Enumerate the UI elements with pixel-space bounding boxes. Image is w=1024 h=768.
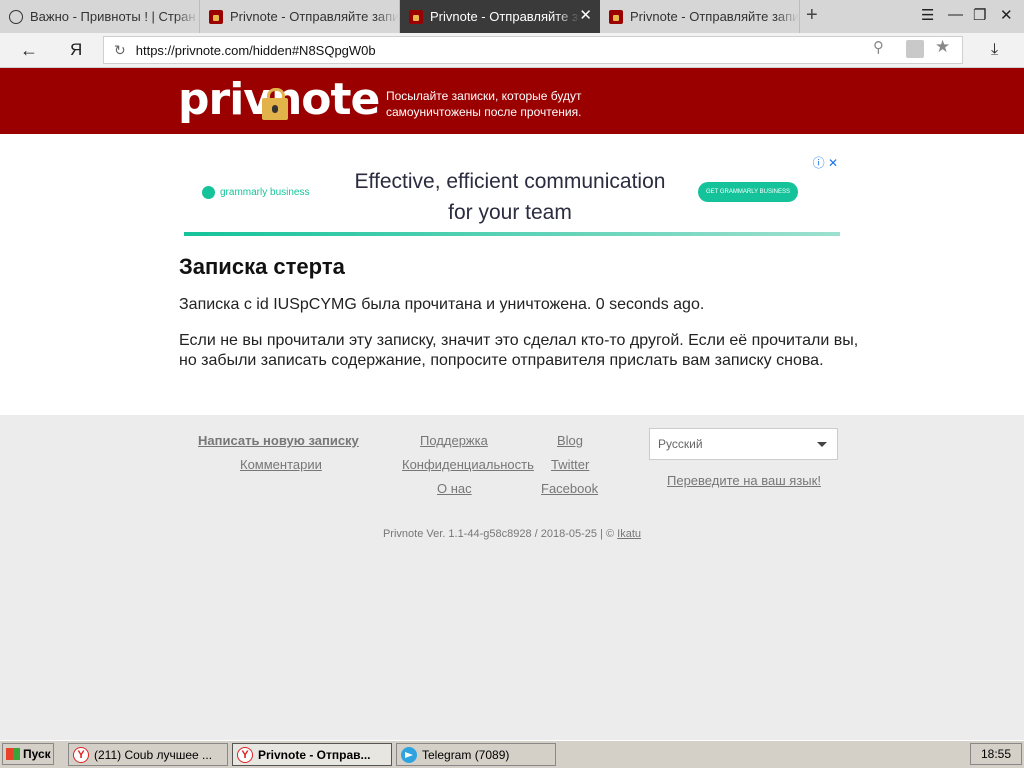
bookmark-star-icon[interactable]: ★ [935,37,950,57]
peace-icon [8,9,24,25]
menu-icon[interactable]: ☰ [921,6,934,24]
system-clock[interactable]: 18:55 [970,743,1022,765]
grammarly-logo: grammarly business [202,186,309,199]
site-tagline: Посылайте записки, которые будут самоуни… [386,89,582,119]
task-label: (211) Coub лучшее ... [94,747,213,762]
privnote-favicon-icon [208,9,224,25]
blog-link[interactable]: Blog [557,433,583,448]
clock-time: 18:55 [980,747,1012,761]
privnote-favicon-icon [408,9,424,25]
browser-tab-3-active[interactable]: Privnote - Отправляйте за ✕ [400,0,600,33]
ad-choices-icon[interactable]: ⓘ ✕ [813,154,838,171]
tab-title: Privnote - Отправляйте записи [630,9,799,24]
taskbar-item-privnote[interactable]: Y Privnote - Отправ... [232,743,392,766]
author-link[interactable]: Ikatu [617,528,641,540]
close-window-icon[interactable]: ✕ [1000,6,1013,24]
yandex-browser-icon: Y [237,746,253,763]
ad-stripe [184,232,840,236]
translate-link[interactable]: Переведите на ваш язык! [667,473,821,488]
windows-logo-icon [6,748,20,760]
support-link[interactable]: Поддержка [420,433,488,448]
browser-tab-2[interactable]: Privnote - Отправляйте записи [200,0,400,33]
main-content: grammarly business Effective, efficient … [0,134,1024,415]
facebook-link[interactable]: Facebook [541,481,598,496]
start-button[interactable]: Пуск [2,743,54,765]
note-warning-text: Если не вы прочитали эту записку, значит… [179,332,859,369]
about-link[interactable]: О нас [437,481,472,496]
taskbar-item-coub[interactable]: Y (211) Coub лучшее ... [68,743,228,766]
os-taskbar: Пуск Y (211) Coub лучшее ... Y Privnote … [0,740,1024,768]
language-select[interactable]: Русский [649,428,838,460]
note-destroyed-message: Записка с id IUSpCYMG была прочитана и у… [179,296,705,313]
task-label: Privnote - Отправ... [258,747,371,762]
version-info: Privnote Ver. 1.1-44-g58c8928 / 2018-05-… [0,528,1024,540]
tab-title: Privnote - Отправляйте записи [230,9,399,24]
browser-tab-4[interactable]: Privnote - Отправляйте записи [600,0,800,33]
tab-title: Важно - Привноты ! | Стран [30,9,196,24]
navigation-bar: ← Я ↻ https://privnote.com/hidden#N8SQpg… [0,33,1024,68]
telegram-icon [401,746,417,763]
address-bar[interactable]: ↻ https://privnote.com/hidden#N8SQpgW0b [103,36,963,64]
new-tab-button[interactable]: + [806,4,818,27]
browser-tab-strip: Важно - Привноты ! | Стран Privnote - От… [0,0,1024,33]
padlock-icon [262,88,288,120]
site-header: privnote Посылайте записки, которые буду… [0,68,1024,134]
chevron-down-icon [817,442,827,447]
restore-icon[interactable]: ❐ [973,6,986,24]
browser-tab-1[interactable]: Важно - Привноты ! | Стран [0,0,200,33]
yandex-browser-icon: Y [73,746,89,763]
lock-icon[interactable] [906,40,924,58]
taskbar-item-telegram[interactable]: Telegram (7089) [396,743,556,766]
start-label: Пуск [23,747,51,761]
language-selected-value: Русский [658,437,703,451]
download-icon[interactable]: ⤓ [991,41,998,59]
task-label: Telegram (7089) [422,747,510,762]
page-title: Записка стерта [179,254,345,279]
reload-icon[interactable]: ↻ [114,42,126,59]
close-tab-icon[interactable]: ✕ [579,8,592,24]
url-text[interactable]: https://privnote.com/hidden#N8SQpgW0b [136,43,376,58]
search-zoom-icon[interactable]: ⚲ [873,38,884,56]
ad-headline: Effective, efficient communication for y… [354,170,666,224]
advertisement-banner[interactable]: grammarly business Effective, efficient … [184,152,840,236]
back-arrow-icon[interactable]: ← [20,40,38,61]
comments-link[interactable]: Комментарии [240,457,322,472]
site-footer: Написать новую записку Комментарии Подде… [0,415,1024,740]
ad-cta-button[interactable]: GET GRAMMARLY BUSINESS [698,182,798,202]
twitter-link[interactable]: Twitter [551,457,589,472]
yandex-logo-button[interactable]: Я [70,40,82,60]
ad-brand: grammarly business [220,187,310,198]
privacy-link[interactable]: Конфиденциальность [402,457,534,472]
version-text: Privnote Ver. 1.1-44-g58c8928 / 2018-05-… [382,528,615,540]
minimize-icon[interactable]: — [948,6,963,23]
grammarly-g-icon [202,186,215,199]
new-note-link[interactable]: Написать новую записку [198,433,359,448]
privnote-favicon-icon [608,9,624,25]
